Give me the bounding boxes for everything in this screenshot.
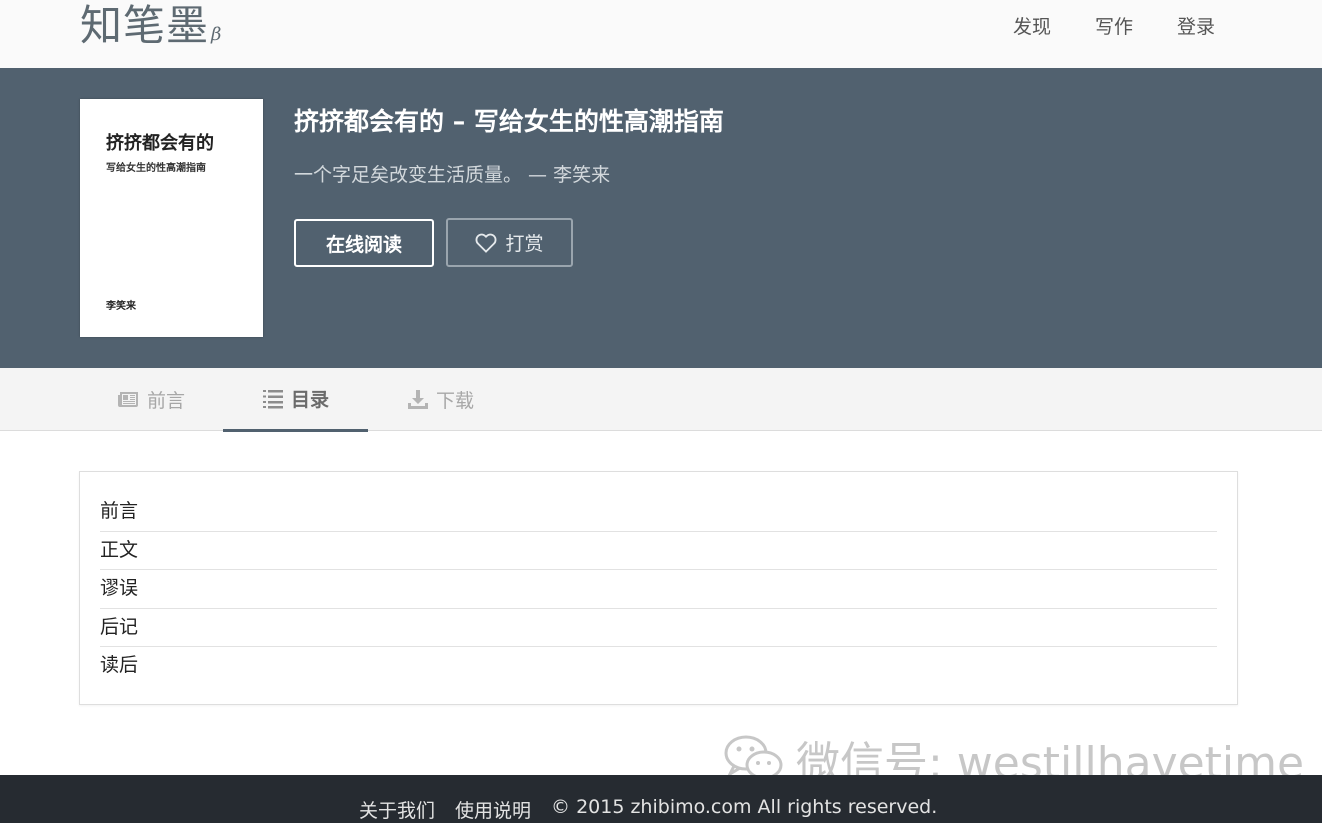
footer-copyright: © 2015 zhibimo.com All rights reserved.: [551, 796, 938, 818]
cover-subtitle: 写给女生的性高潮指南: [106, 163, 206, 174]
list-icon: [263, 389, 283, 408]
beta-badge: β: [211, 24, 223, 45]
footer-about-link[interactable]: 关于我们: [359, 796, 435, 823]
tab-toc-label: 目录: [291, 389, 330, 411]
tab-download[interactable]: 下载: [408, 368, 474, 431]
cover-author: 李笑来: [106, 301, 136, 312]
toc-panel: 前言 正文 谬误 后记 读后: [79, 471, 1238, 705]
cover-title: 挤挤都会有的: [106, 133, 214, 154]
nav-login-link[interactable]: 登录: [1177, 14, 1215, 40]
tab-toc[interactable]: 目录: [223, 368, 368, 432]
tab-preface-label: 前言: [147, 390, 186, 412]
toc-item-errata[interactable]: 谬误: [100, 570, 1217, 609]
book-cover[interactable]: 挤挤都会有的 写给女生的性高潮指南 李笑来: [80, 99, 263, 337]
toc-list: 前言 正文 谬误 后记 读后: [100, 493, 1217, 686]
heart-icon: [476, 233, 497, 253]
reward-button-label: 打赏: [505, 234, 544, 255]
nav-write-link[interactable]: 写作: [1095, 14, 1133, 40]
newspaper-icon: [118, 392, 138, 407]
tab-download-label: 下载: [436, 390, 475, 412]
book-tabs: 前言 目录 下载: [0, 368, 1322, 432]
main-nav: 发现 写作 登录: [1013, 14, 1215, 40]
footer-guide-link[interactable]: 使用说明: [455, 796, 531, 823]
book-quote: 一个字足矣改变生活质量。 — 李笑来: [294, 164, 611, 186]
toc-item-preface[interactable]: 前言: [100, 493, 1217, 532]
footer-links: 关于我们 使用说明 © 2015 zhibimo.com All rights …: [359, 796, 937, 823]
book-title: 挤挤都会有的 – 写给女生的性高潮指南: [294, 107, 724, 136]
download-icon: [408, 390, 428, 409]
top-navbar: 知笔墨 β 发现 写作 登录: [0, 0, 1322, 68]
site-logo[interactable]: 知笔墨 β: [80, 2, 222, 59]
site-footer: 关于我们 使用说明 © 2015 zhibimo.com All rights …: [0, 775, 1322, 823]
toc-item-main[interactable]: 正文: [100, 532, 1217, 571]
read-online-button[interactable]: 在线阅读: [294, 219, 434, 267]
site-logo-text[interactable]: 知笔墨: [80, 1, 209, 50]
toc-item-afterword[interactable]: 后记: [100, 609, 1217, 648]
tab-preface[interactable]: 前言: [117, 368, 185, 431]
reward-button[interactable]: 打赏: [446, 218, 573, 267]
book-hero: 挤挤都会有的 写给女生的性高潮指南 李笑来 挤挤都会有的 – 写给女生的性高潮指…: [0, 68, 1322, 368]
toc-item-reflections[interactable]: 读后: [100, 647, 1217, 686]
nav-discover-link[interactable]: 发现: [1013, 14, 1051, 40]
